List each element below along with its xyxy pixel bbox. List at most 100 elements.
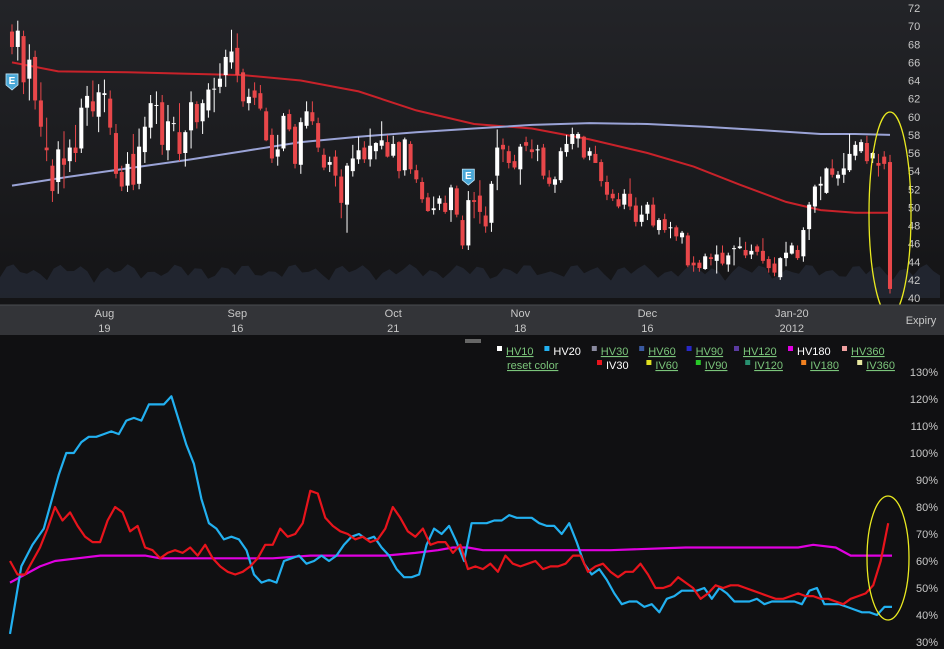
candle-body (604, 182, 609, 195)
candle-body (119, 172, 124, 187)
candle-body (206, 89, 211, 111)
candle-body (720, 252, 725, 264)
candle-body (714, 254, 719, 261)
candle (264, 107, 269, 142)
candle-body (160, 102, 165, 145)
price-tick-label: 68 (908, 39, 920, 51)
legend-label: IV180 (810, 360, 839, 372)
candle (558, 147, 563, 183)
candle-body (293, 126, 298, 164)
candle (541, 143, 546, 180)
candle (778, 257, 783, 280)
candle-body (33, 56, 38, 101)
candle-body (241, 72, 246, 102)
price-tick-label: 66 (908, 57, 920, 69)
candle-body (524, 142, 529, 146)
candle-body (304, 111, 309, 126)
candle-body (807, 204, 812, 230)
candle (402, 137, 407, 176)
legend-swatch (597, 360, 602, 365)
candle (241, 68, 246, 107)
candle-body (760, 250, 765, 261)
candle-body (818, 183, 823, 186)
date-axis-month: Oct (385, 308, 402, 320)
candle-body (887, 162, 893, 289)
candle-body (73, 147, 78, 153)
candle-body (477, 195, 482, 212)
candle-body (194, 104, 199, 123)
legend-label: HV180 (797, 346, 831, 358)
candle-body (708, 257, 713, 260)
volatility-tick-label: 100% (910, 448, 938, 460)
candle-body (651, 204, 656, 226)
candle-body (38, 100, 43, 127)
price-tick-label: 42 (908, 275, 920, 287)
candle-body (137, 146, 142, 184)
volatility-tick-label: 40% (916, 610, 938, 622)
candle-body (431, 208, 436, 211)
candle-body (148, 103, 153, 128)
candle-body (795, 249, 800, 259)
candle-body (593, 153, 598, 163)
candle (685, 232, 690, 268)
candle-body (177, 132, 182, 154)
volatility-tick-label: 80% (916, 502, 938, 514)
candle-body (287, 114, 292, 130)
candle-body (535, 149, 540, 151)
volatility-tick-label: 50% (916, 583, 938, 595)
candle-body (154, 104, 159, 106)
price-tick-label: 64 (908, 76, 920, 88)
candle-body (454, 188, 459, 215)
date-axis-month: Aug (95, 308, 115, 320)
candle-body (223, 56, 228, 76)
candle-body (495, 147, 500, 176)
candle-body (61, 158, 67, 165)
date-axis-day: 2012 (780, 323, 804, 335)
candle-body (385, 142, 390, 157)
candle-body (217, 78, 222, 87)
date-axis-day: 16 (641, 323, 653, 335)
candle-body (853, 144, 858, 156)
candle-body (345, 165, 350, 205)
legend-swatch (646, 360, 652, 365)
legend-swatch (857, 360, 863, 365)
candle-body (425, 197, 430, 211)
expiry-label: Expiry (906, 315, 937, 327)
candle-body (466, 200, 471, 246)
candle-body (212, 88, 217, 90)
legend-swatch (801, 360, 807, 365)
candle-body (801, 230, 806, 257)
candle-body (749, 250, 754, 255)
candle (581, 135, 586, 160)
candle-body (622, 193, 627, 205)
reset-color-link[interactable]: reset color (507, 360, 559, 372)
candle-body (859, 142, 864, 152)
candle-body (830, 168, 835, 175)
candle-body (737, 246, 742, 249)
candle-body (599, 162, 604, 182)
candle-body (500, 144, 506, 150)
legend-swatch (734, 346, 739, 351)
candle-body (125, 163, 130, 186)
candle-body (258, 93, 263, 109)
candle-body (685, 235, 690, 266)
candle-body (339, 176, 344, 203)
candle (887, 154, 893, 294)
candle-body (448, 187, 454, 211)
candle-body (316, 123, 321, 148)
candle-body (581, 136, 586, 158)
legend-label: HV30 (601, 346, 629, 358)
candle-body (778, 258, 783, 278)
candle-body (396, 142, 402, 172)
legend-label: IV60 (655, 360, 678, 372)
price-tick-label: 62 (908, 94, 920, 106)
candle-body (15, 30, 20, 47)
candle-body (333, 156, 338, 176)
candle-body (443, 202, 448, 212)
price-tick-label: 40 (908, 293, 920, 305)
volatility-chart-panel: 72 70 68 66 64 62 60 58 56 54 52 50 48 46 44 42 40 EE Au… (0, 0, 944, 649)
candle-body (772, 263, 777, 273)
candle-body (113, 133, 118, 174)
earnings-marker-label: E (465, 171, 472, 182)
candle-body (812, 186, 817, 207)
